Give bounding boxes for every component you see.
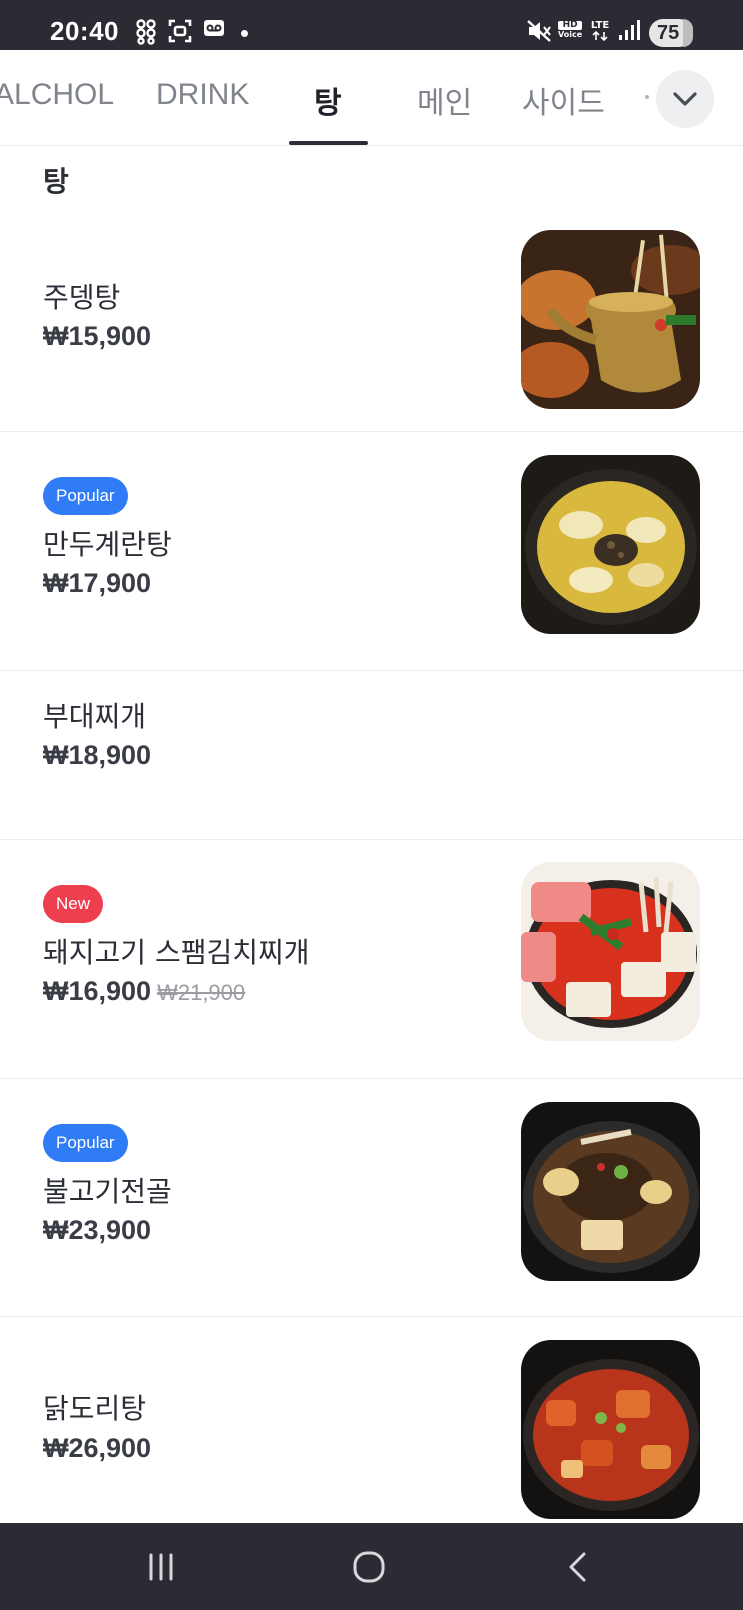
menu-item[interactable]: 부대찌개 ₩18,900	[0, 671, 743, 840]
item-price-original: ₩21,900	[157, 980, 246, 1005]
screenshot-icon	[168, 19, 192, 47]
menu-item[interactable]: 닭도리탕 ₩26,900	[0, 1317, 743, 1523]
hd-label: HD	[558, 21, 583, 30]
status-bar: 20:40 HD Voice LTE 75	[0, 0, 743, 50]
item-price: ₩23,900	[43, 1215, 152, 1245]
item-price: ₩26,900	[43, 1433, 152, 1463]
menu-item[interactable]: Popular 불고기전골 ₩23,900	[0, 1079, 743, 1317]
menu-item[interactable]: New 돼지고기 스팸김치찌개 ₩16,900 ₩21,900	[0, 840, 743, 1079]
item-name: 주뎅탕	[43, 281, 121, 314]
menu-item[interactable]: Popular 만두계란탕 ₩17,900	[0, 432, 743, 671]
item-photo	[521, 230, 700, 409]
chevron-down-icon	[673, 92, 697, 106]
item-name: 불고기전골	[43, 1175, 172, 1208]
active-tab-indicator	[289, 141, 368, 145]
tab-main[interactable]: 메인	[417, 78, 472, 122]
category-tab-bar: ALCHOL DRINK 탕 메인 사이드	[0, 50, 743, 146]
menu-item[interactable]: 주뎅탕 ₩15,900	[0, 205, 743, 432]
item-price-current: ₩16,900	[43, 976, 152, 1006]
home-button[interactable]	[339, 1545, 399, 1589]
item-name: 닭도리탕	[43, 1392, 147, 1425]
battery-icon: 75	[649, 19, 693, 47]
item-price: ₩18,900	[43, 740, 152, 770]
item-price: ₩15,900	[43, 321, 152, 351]
tab-tang[interactable]: 탕	[314, 78, 342, 122]
item-photo	[521, 455, 700, 634]
item-photo	[521, 1102, 700, 1281]
item-name: 만두계란탕	[43, 528, 172, 561]
tab-overflow-indicator	[645, 95, 649, 99]
pinwheel-icon	[136, 19, 156, 49]
popular-badge: Popular	[43, 1124, 128, 1162]
recent-apps-button[interactable]	[131, 1545, 191, 1589]
item-photo	[521, 1340, 700, 1519]
back-icon	[569, 1552, 586, 1582]
tab-alchol[interactable]: ALCHOL	[0, 78, 114, 112]
tab-drink[interactable]: DRINK	[156, 78, 249, 112]
mute-icon	[526, 19, 552, 47]
lte-indicator: LTE	[590, 20, 610, 44]
voice-label: Voice	[558, 30, 583, 39]
recent-apps-icon	[149, 1553, 173, 1581]
lte-label: LTE	[590, 20, 610, 31]
item-photo	[521, 862, 700, 1041]
status-time: 20:40	[50, 16, 119, 46]
tab-side[interactable]: 사이드	[522, 78, 605, 122]
system-nav-bar	[0, 1523, 743, 1610]
expand-tabs-button[interactable]	[656, 70, 714, 128]
new-badge: New	[43, 885, 104, 923]
signal-icon	[618, 19, 642, 45]
section-title: 탕	[43, 165, 69, 198]
back-button[interactable]	[548, 1545, 608, 1589]
item-price: ₩16,900 ₩21,900	[43, 976, 245, 1007]
hd-voice-indicator: HD Voice	[558, 21, 583, 39]
item-name: 돼지고기 스팸김치찌개	[43, 936, 310, 969]
home-icon	[353, 1551, 385, 1583]
item-price: ₩17,900	[43, 568, 152, 598]
popular-badge: Popular	[43, 477, 128, 515]
notification-dot-icon	[241, 30, 248, 37]
item-name: 부대찌개	[43, 700, 147, 733]
voicemail-icon	[203, 19, 225, 41]
